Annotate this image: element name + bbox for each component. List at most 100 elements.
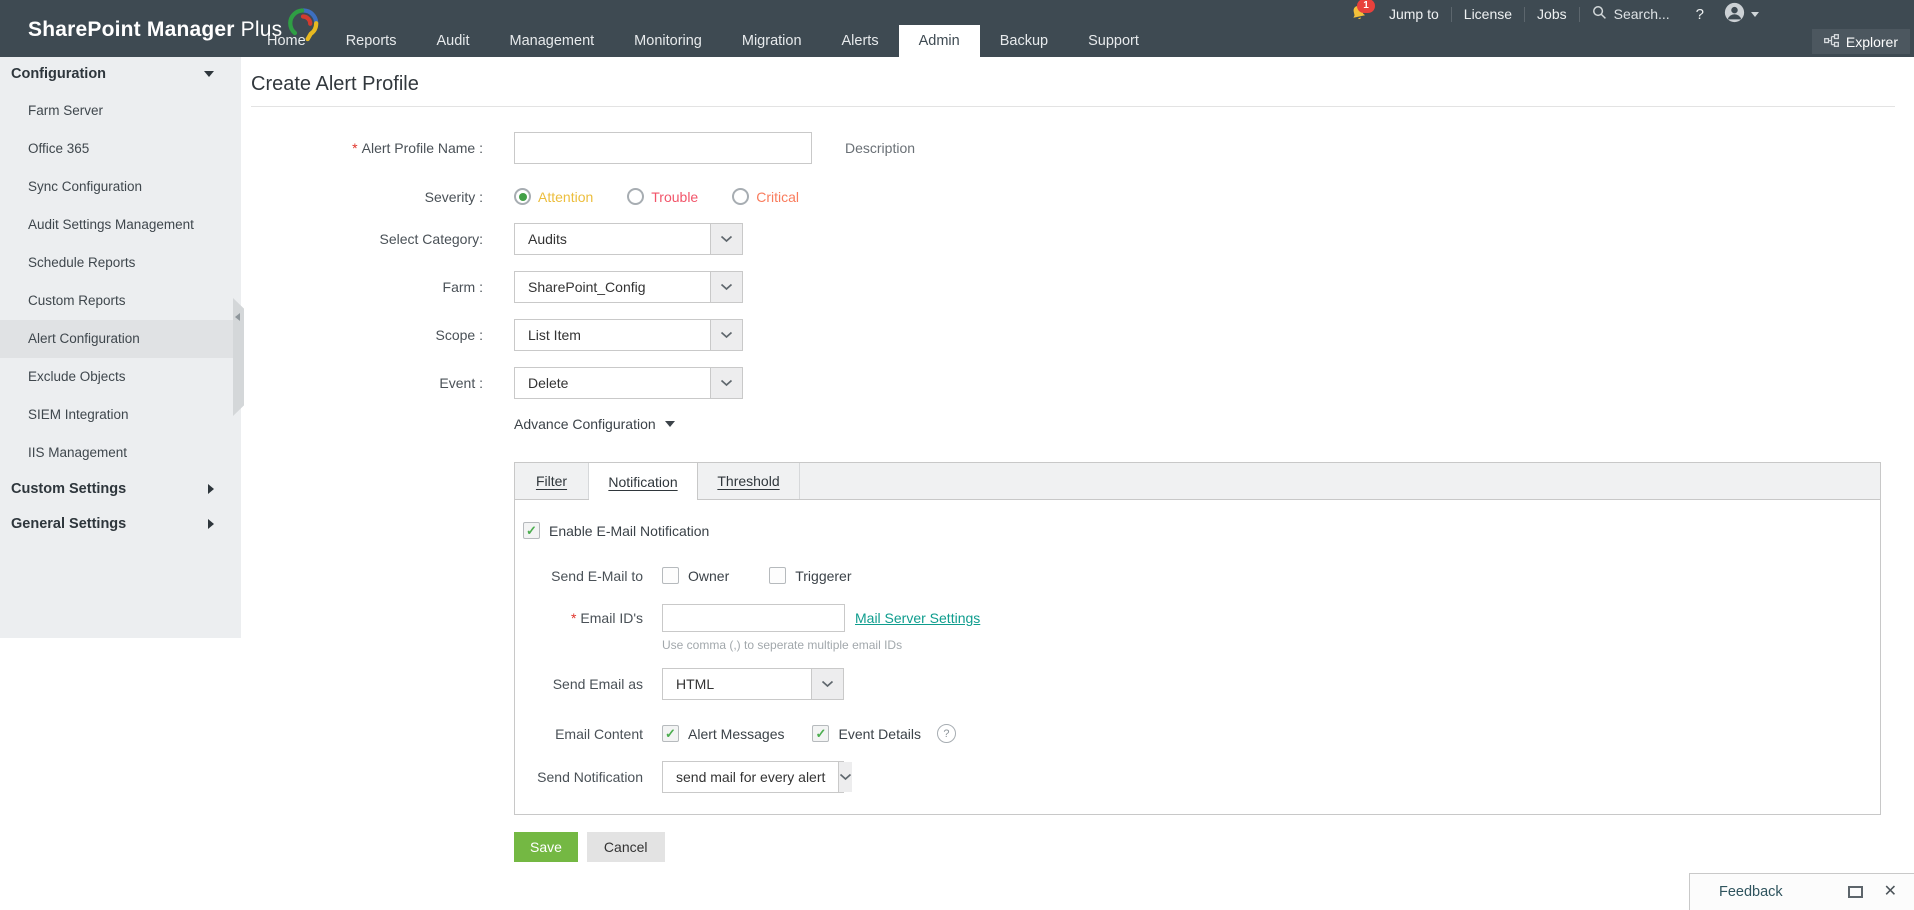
severity-label: Severity : bbox=[424, 188, 483, 205]
tab-filter[interactable]: Filter bbox=[515, 463, 589, 499]
cancel-button[interactable]: Cancel bbox=[586, 832, 665, 862]
nav-management[interactable]: Management bbox=[490, 25, 615, 57]
nav-monitoring[interactable]: Monitoring bbox=[614, 25, 722, 57]
close-icon[interactable]: ✕ bbox=[1884, 884, 1897, 900]
advance-configuration-row: Advance Configuration bbox=[251, 416, 1914, 432]
nav-migration[interactable]: Migration bbox=[722, 25, 822, 57]
license-link[interactable]: License bbox=[1452, 6, 1524, 22]
scope-label: Scope : bbox=[435, 327, 483, 343]
sidebar-item-exclude-objects[interactable]: Exclude Objects bbox=[0, 358, 241, 396]
sidebar-item-schedule-reports[interactable]: Schedule Reports bbox=[0, 244, 241, 282]
chevron-down-icon[interactable] bbox=[710, 272, 742, 302]
tab-notification[interactable]: Notification bbox=[589, 463, 698, 500]
send-email-as-select[interactable]: HTML bbox=[662, 668, 844, 700]
bell-badge: 1 bbox=[1356, 0, 1375, 13]
alert-messages-label: Alert Messages bbox=[688, 725, 785, 742]
alert-profile-form: * Alert Profile Name : Description Severi… bbox=[251, 132, 1914, 862]
farm-select[interactable]: SharePoint_Config bbox=[514, 271, 743, 303]
save-button[interactable]: Save bbox=[514, 832, 578, 862]
chevron-down-icon[interactable] bbox=[710, 320, 742, 350]
nav-audit[interactable]: Audit bbox=[416, 25, 489, 57]
maximize-icon[interactable] bbox=[1847, 886, 1863, 898]
app-title: SharePoint Manager Plus bbox=[28, 17, 283, 41]
chevron-down-icon[interactable] bbox=[838, 762, 853, 792]
severity-option-attention[interactable]: Attention bbox=[514, 188, 593, 205]
enable-email-checkbox[interactable] bbox=[523, 522, 540, 539]
notification-bell-icon[interactable]: 1 bbox=[1350, 0, 1375, 25]
email-ids-row: * Email ID's Mail Server Settings bbox=[515, 604, 1880, 632]
sidebar-item-siem-integration[interactable]: SIEM Integration bbox=[0, 396, 241, 434]
send-notification-row: Send Notification send mail for every al… bbox=[515, 761, 1880, 793]
alert-profile-name-input[interactable] bbox=[514, 132, 812, 164]
severity-option-critical[interactable]: Critical bbox=[732, 188, 799, 205]
send-email-to-row: Send E-Mail to Owner Triggerer bbox=[515, 567, 1880, 584]
category-label: Select Category: bbox=[379, 231, 484, 247]
event-details-label: Event Details bbox=[838, 725, 921, 742]
help-button[interactable]: ? bbox=[1682, 6, 1718, 23]
sidebar-item-custom-reports[interactable]: Custom Reports bbox=[0, 282, 241, 320]
radio-critical[interactable] bbox=[732, 188, 750, 205]
alert-messages-checkbox[interactable] bbox=[662, 725, 679, 742]
triggerer-checkbox[interactable] bbox=[769, 567, 787, 584]
jobs-link[interactable]: Jobs bbox=[1525, 6, 1579, 22]
chevron-down-icon[interactable] bbox=[710, 368, 742, 398]
search-label: Search... bbox=[1613, 6, 1670, 22]
required-asterisk: * bbox=[352, 140, 358, 156]
chevron-right-icon bbox=[208, 484, 214, 494]
radio-trouble[interactable] bbox=[627, 188, 645, 205]
user-menu[interactable] bbox=[1718, 2, 1759, 26]
send-notification-select[interactable]: send mail for every alert bbox=[662, 761, 853, 793]
sidebar-item-farm-server[interactable]: Farm Server bbox=[0, 92, 241, 130]
sidebar-item-iis-management[interactable]: IIS Management bbox=[0, 434, 241, 472]
severity-option-trouble[interactable]: Trouble bbox=[627, 188, 698, 205]
category-value: Audits bbox=[528, 231, 567, 247]
send-email-as-value: HTML bbox=[676, 676, 715, 692]
tab-bar: Filter Notification Threshold bbox=[515, 463, 1880, 500]
scope-select[interactable]: List Item bbox=[514, 319, 743, 351]
sidebar-item-sync-configuration[interactable]: Sync Configuration bbox=[0, 168, 241, 206]
advance-configuration-toggle[interactable]: Advance Configuration bbox=[514, 416, 675, 432]
main-nav: Home Reports Audit Management Monitoring… bbox=[247, 25, 1159, 57]
nav-admin[interactable]: Admin bbox=[898, 25, 980, 57]
category-row: Select Category: Audits bbox=[251, 223, 1914, 255]
nav-backup[interactable]: Backup bbox=[980, 25, 1068, 57]
jump-to-link[interactable]: Jump to bbox=[1377, 6, 1451, 22]
chevron-down-icon[interactable] bbox=[811, 669, 843, 699]
owner-label: Owner bbox=[688, 567, 730, 584]
tab-threshold[interactable]: Threshold bbox=[698, 463, 800, 499]
sidebar-section-label: Configuration bbox=[11, 66, 107, 82]
search-control[interactable]: Search... bbox=[1580, 5, 1682, 23]
nav-alerts[interactable]: Alerts bbox=[822, 25, 899, 57]
category-select[interactable]: Audits bbox=[514, 223, 743, 255]
sidebar-section-label: General Settings bbox=[11, 516, 127, 532]
explorer-button[interactable]: Explorer bbox=[1811, 29, 1910, 54]
severity-option-label: Attention bbox=[538, 188, 594, 205]
sidebar-item-alert-configuration[interactable]: Alert Configuration bbox=[0, 320, 241, 358]
feedback-label[interactable]: Feedback bbox=[1719, 884, 1848, 900]
alert-profile-name-label: * Alert Profile Name : bbox=[352, 140, 483, 156]
event-details-checkbox[interactable] bbox=[812, 725, 830, 742]
farm-label: Farm : bbox=[442, 279, 483, 295]
avatar-icon bbox=[1724, 2, 1745, 26]
sidebar-section-configuration[interactable]: Configuration bbox=[0, 57, 241, 92]
nav-home[interactable]: Home bbox=[247, 25, 326, 57]
form-buttons-row: Save Cancel bbox=[251, 832, 1914, 862]
utility-bar: 1 Jump to License Jobs Search... ? bbox=[1350, 0, 1759, 28]
sidebar-collapse-handle[interactable] bbox=[233, 298, 244, 416]
sidebar-section-custom-settings[interactable]: Custom Settings bbox=[0, 472, 241, 507]
chevron-down-icon bbox=[1751, 11, 1759, 17]
nav-support[interactable]: Support bbox=[1068, 25, 1159, 57]
chevron-down-icon[interactable] bbox=[710, 224, 742, 254]
sidebar-item-audit-settings-management[interactable]: Audit Settings Management bbox=[0, 206, 241, 244]
sidebar-item-office-365[interactable]: Office 365 bbox=[0, 130, 241, 168]
owner-checkbox[interactable] bbox=[662, 567, 679, 584]
event-select[interactable]: Delete bbox=[514, 367, 743, 399]
radio-attention[interactable] bbox=[514, 188, 531, 205]
email-ids-input[interactable] bbox=[662, 604, 845, 632]
mail-server-settings-link[interactable]: Mail Server Settings bbox=[855, 610, 980, 626]
help-circle-icon[interactable]: ? bbox=[936, 724, 956, 743]
sidebar-section-general-settings[interactable]: General Settings bbox=[0, 507, 241, 542]
nav-reports[interactable]: Reports bbox=[326, 25, 417, 57]
send-email-as-row: Send Email as HTML bbox=[515, 668, 1880, 700]
scope-row: Scope : List Item bbox=[251, 319, 1914, 351]
